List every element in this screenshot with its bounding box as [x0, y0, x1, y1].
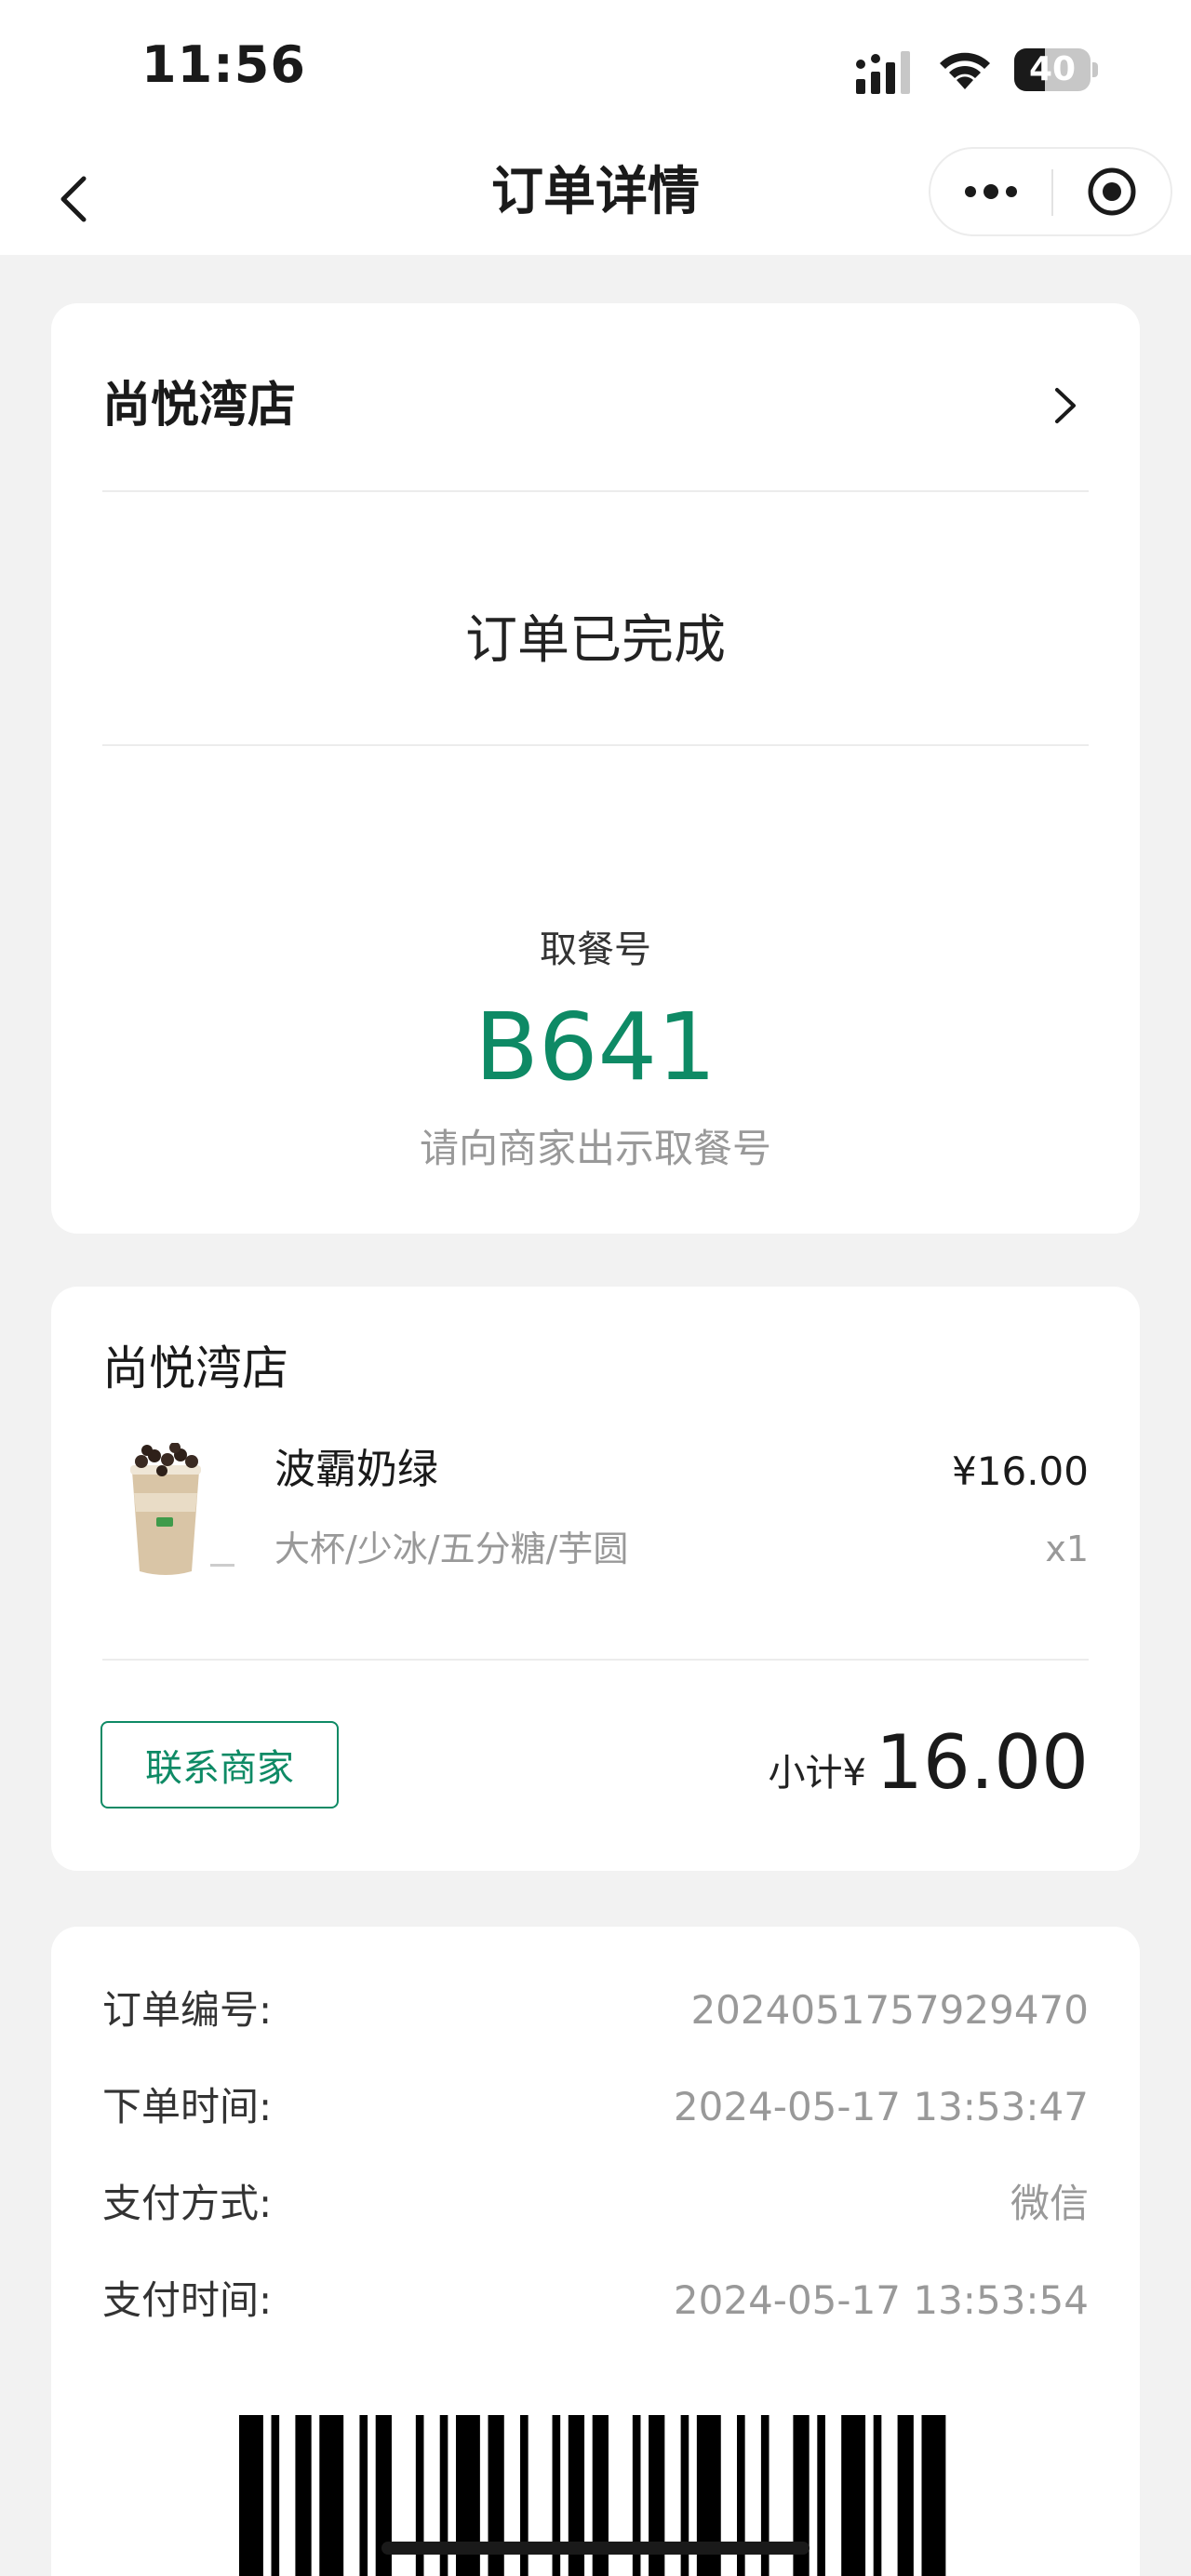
order-info-card: 订单编号: 2024051757929470 下单时间: 2024-05-17 …	[51, 1927, 1140, 2576]
contact-merchant-button[interactable]: 联系商家	[100, 1721, 339, 1809]
payment-method-row: 支付方式: 微信	[102, 2176, 1089, 2232]
divider	[102, 490, 1089, 492]
pickup-number: B641	[475, 993, 716, 1101]
status-time: 11:56	[141, 35, 306, 94]
divider	[102, 1659, 1089, 1661]
items-store-name: 尚悦湾店	[102, 1341, 288, 1395]
page-title: 订单详情	[491, 162, 700, 222]
order-time-label: 下单时间:	[102, 2084, 273, 2129]
store-name: 尚悦湾店	[102, 378, 297, 434]
back-button[interactable]	[37, 162, 112, 236]
barcode-bar	[271, 2415, 280, 2576]
store-link[interactable]: 尚悦湾店	[102, 359, 1089, 452]
more-button[interactable]	[930, 149, 1051, 234]
divider	[102, 744, 1089, 746]
pickup-hint: 请向商家出示取餐号	[419, 1126, 771, 1171]
close-miniprogram-button[interactable]	[1053, 149, 1171, 234]
payment-method-label: 支付方式:	[102, 2181, 273, 2226]
pickup-label: 取餐号	[540, 928, 651, 971]
barcode-bar	[873, 2415, 882, 2576]
chevron-left-icon	[60, 176, 87, 222]
product-price: ¥16.00	[952, 1448, 1089, 1494]
chevron-right-icon	[1042, 380, 1089, 432]
battery-indicator: 40	[1014, 48, 1098, 91]
payment-method-value: 微信	[1010, 2181, 1089, 2226]
target-circle-icon	[1088, 167, 1136, 216]
status-bar: 11:56 40	[0, 0, 1191, 140]
wifi-icon	[940, 52, 990, 89]
home-indicator	[381, 2542, 810, 2555]
barcode-bar	[897, 2415, 914, 2576]
order-time-value: 2024-05-17 13:53:47	[673, 2084, 1089, 2129]
order-status-card: 尚悦湾店 订单已完成 取餐号 B641 请向商家出示取餐号	[51, 303, 1140, 1234]
order-number-label: 订单编号:	[102, 1987, 273, 2033]
barcode-bar	[295, 2415, 312, 2576]
mini-program-capsule	[929, 147, 1172, 236]
product-spec: 大杯/少冰/五分糖/芋圆	[274, 1528, 629, 1569]
subtotal-value: 16.00	[875, 1719, 1089, 1806]
order-detail-page: 11:56 40 订单详情 尚悦湾店 订单已完成 取餐号 B641 请向商家出示…	[0, 0, 1191, 2576]
subtotal-label: 小计¥	[768, 1752, 866, 1795]
battery-icon: 40	[1014, 48, 1091, 91]
product-name: 波霸奶绿	[274, 1446, 438, 1493]
order-number-row: 订单编号: 2024051757929470	[102, 1982, 1089, 2038]
order-status-text: 订单已完成	[465, 610, 726, 671]
battery-cap	[1092, 62, 1098, 77]
barcode-bar	[239, 2415, 263, 2576]
navigation-bar: 订单详情	[0, 140, 1191, 255]
more-dots-icon	[965, 184, 1017, 199]
barcode-bar	[319, 2415, 344, 2576]
payment-time-value: 2024-05-17 13:53:54	[673, 2277, 1089, 2323]
barcode-bar	[817, 2415, 825, 2576]
cellular-signal-icon	[856, 51, 910, 94]
order-items-card: 尚悦湾店 波霸奶绿 大杯/少冰/五分糖/芋圆 ¥16.00 x1 联系商家 小计…	[51, 1287, 1140, 1871]
payment-time-row: 支付时间: 2024-05-17 13:53:54	[102, 2273, 1089, 2329]
barcode-bar	[921, 2415, 946, 2576]
milk-tea-product-image	[130, 1443, 234, 1575]
subtotal: 小计¥ 16.00	[769, 1716, 1089, 1809]
payment-time-label: 支付时间:	[102, 2277, 273, 2323]
product-quantity: x1	[1045, 1528, 1089, 1569]
barcode-bar	[359, 2415, 368, 2576]
order-time-row: 下单时间: 2024-05-17 13:53:47	[102, 2079, 1089, 2135]
order-number-value: 2024051757929470	[690, 1987, 1089, 2033]
barcode-bar	[841, 2415, 866, 2576]
battery-level: 40	[1028, 50, 1077, 88]
